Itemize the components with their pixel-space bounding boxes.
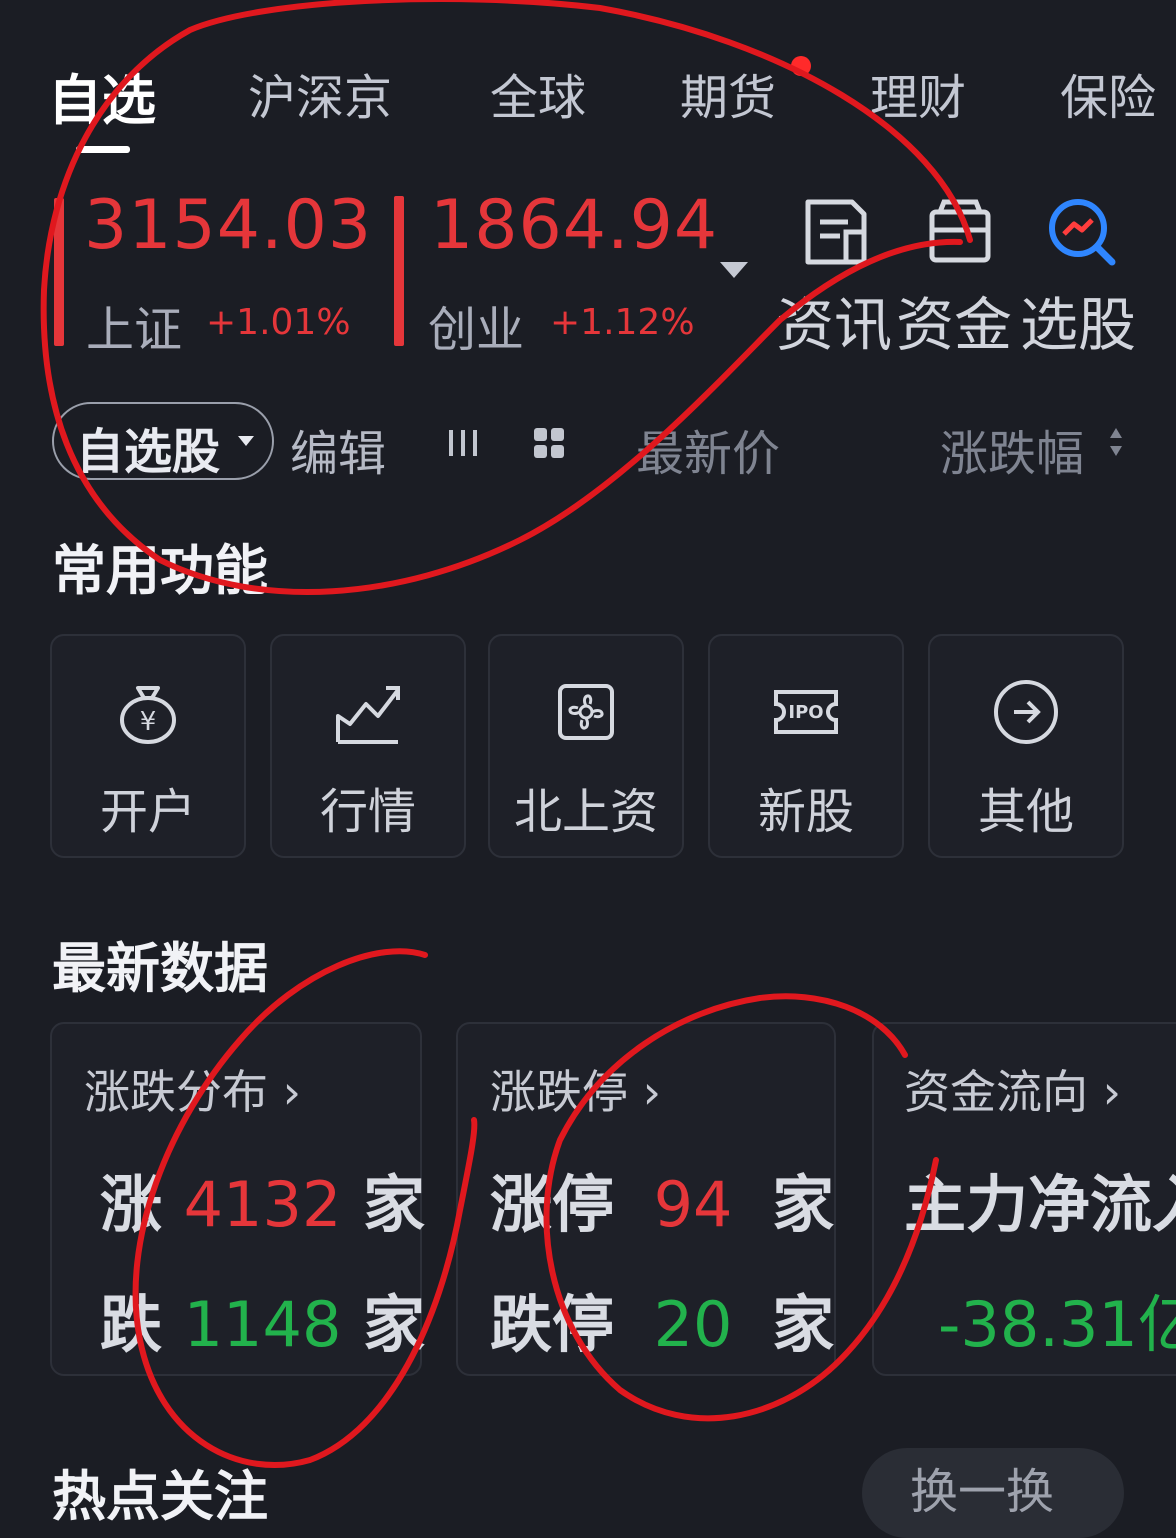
trend-chart-icon xyxy=(336,686,400,744)
money-bag-icon: ¥ xyxy=(120,686,176,744)
function-label: 行情 xyxy=(319,784,416,840)
function-label: 新股 xyxy=(757,784,854,840)
active-tab-indicator xyxy=(76,146,130,153)
decliners-count: 1148 xyxy=(183,1288,342,1361)
tab-global[interactable]: 全球 xyxy=(490,58,586,128)
tab-insurance[interactable]: 保险 xyxy=(1060,58,1156,128)
dropdown-caret-icon[interactable] xyxy=(238,436,254,446)
svg-text:IPO: IPO xyxy=(788,702,823,723)
stock-picker-label[interactable]: 选股 xyxy=(1020,278,1136,362)
decliners-line: 跌 1148 家 xyxy=(100,1288,426,1361)
arrow-circle-icon xyxy=(994,680,1058,744)
limit-down-line: 跌停 20 家 xyxy=(490,1288,835,1361)
limit-up-line: 涨停 94 家 xyxy=(490,1168,835,1241)
index-value: 1864.94 xyxy=(430,186,719,265)
news-doc-icon[interactable] xyxy=(800,196,872,268)
index-value: 3154.03 xyxy=(84,186,373,265)
tab-hs-market[interactable]: 沪深京 xyxy=(248,58,392,128)
edit-watchlist-button[interactable]: 编辑 xyxy=(290,414,386,484)
function-label: 开户 xyxy=(99,784,196,840)
main-net-inflow-value: -38.31亿 xyxy=(938,1288,1176,1361)
index-name: 上证 xyxy=(86,302,183,358)
function-label: 其他 xyxy=(977,784,1074,840)
wallet-icon[interactable] xyxy=(924,196,996,268)
watchlist-group-label[interactable]: 自选股 xyxy=(76,412,220,482)
index-accent-bar xyxy=(54,198,64,346)
news-label[interactable]: 资讯 xyxy=(776,278,892,362)
funds-label[interactable]: 资金 xyxy=(896,278,1012,362)
index-accent-bar xyxy=(394,196,404,346)
sort-icon[interactable] xyxy=(1106,424,1126,460)
refresh-label[interactable]: 换一换 xyxy=(910,1452,1054,1522)
section-title-functions: 常用功能 xyxy=(52,539,268,602)
limit-down-count: 20 xyxy=(653,1288,733,1361)
tab-futures[interactable]: 期货 xyxy=(680,58,776,128)
index-change: +1.12% xyxy=(550,302,695,343)
card-title[interactable]: 涨跌停 › xyxy=(490,1056,661,1122)
function-label: 北上资 xyxy=(513,784,658,840)
section-title-latest-data: 最新数据 xyxy=(52,937,268,1000)
tab-watchlist[interactable]: 自选 xyxy=(48,56,156,135)
advancers-line: 涨 4132 家 xyxy=(100,1168,426,1241)
svg-text:¥: ¥ xyxy=(140,707,157,737)
section-title-hot-topics: 热点关注 xyxy=(52,1465,268,1528)
list-view-icon[interactable] xyxy=(446,426,480,460)
column-change-pct[interactable]: 涨跌幅 xyxy=(940,414,1084,484)
card-title[interactable]: 资金流向 › xyxy=(904,1056,1121,1122)
hk-flower-icon xyxy=(558,684,614,740)
grid-view-icon[interactable] xyxy=(532,426,566,460)
index-more-chevron-icon[interactable] xyxy=(720,262,748,278)
advancers-count: 4132 xyxy=(183,1168,342,1241)
limit-up-count: 94 xyxy=(653,1168,733,1241)
index-name: 创业 xyxy=(428,302,525,358)
card-title[interactable]: 涨跌分布 › xyxy=(84,1056,301,1122)
main-net-inflow-label: 主力净流入 xyxy=(904,1168,1176,1241)
tab-wealth[interactable]: 理财 xyxy=(870,58,966,128)
notification-dot xyxy=(791,56,811,76)
stock-picker-search-icon[interactable] xyxy=(1046,196,1118,268)
ipo-ticket-icon: IPO xyxy=(774,690,838,734)
index-change: +1.01% xyxy=(206,302,351,343)
column-latest-price[interactable]: 最新价 xyxy=(636,414,780,484)
